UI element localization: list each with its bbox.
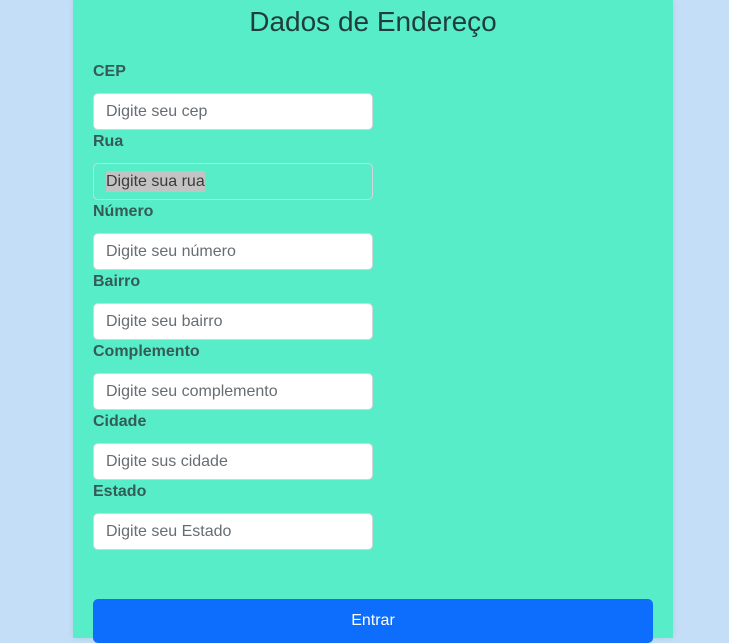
bairro-input[interactable] [93, 303, 373, 340]
form-title: Dados de Endereço [249, 6, 497, 37]
bairro-label: Bairro [93, 273, 141, 290]
rua-label: Rua [93, 133, 124, 150]
cep-input[interactable] [93, 93, 373, 130]
complemento-label: Complemento [93, 343, 200, 360]
cidade-input[interactable] [93, 443, 373, 480]
address-form-card: Dados de Endereço CEP Rua Número Bairro … [73, 0, 673, 643]
estado-input[interactable] [93, 513, 373, 550]
numero-input[interactable] [93, 233, 373, 270]
rua-input[interactable] [93, 163, 373, 200]
cep-label: CEP [93, 63, 126, 80]
estado-label: Estado [93, 483, 147, 500]
cidade-label: Cidade [93, 413, 147, 430]
entrar-button[interactable]: Entrar [93, 599, 653, 643]
complemento-input[interactable] [93, 373, 373, 410]
numero-label: Número [93, 203, 154, 220]
